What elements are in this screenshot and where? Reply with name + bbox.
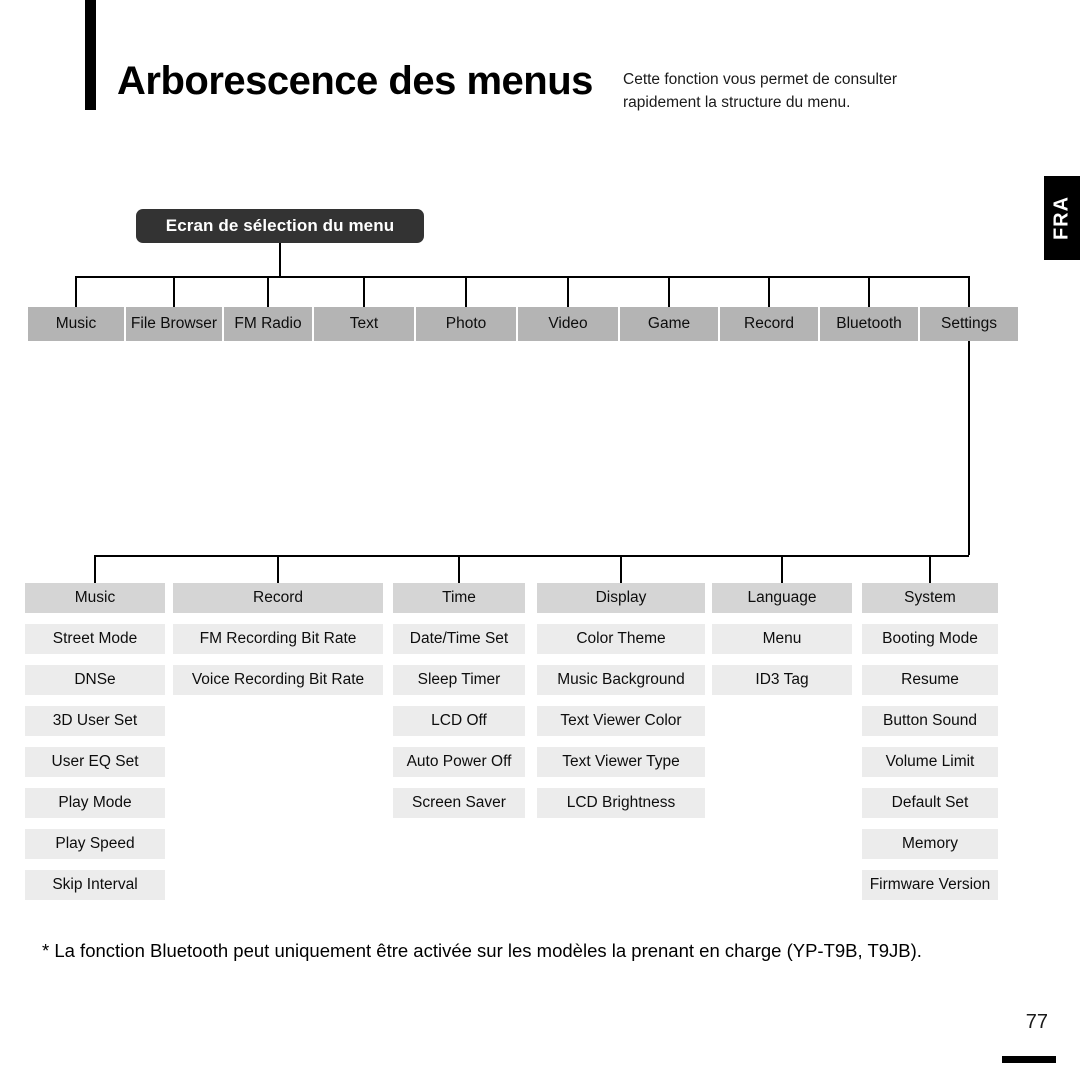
root-stem-line (279, 243, 281, 276)
top-drop-line-8 (868, 276, 870, 307)
top-drop-line-3 (363, 276, 365, 307)
settings-item-cell: Color Theme (537, 624, 705, 654)
settings-drop-line-2 (458, 555, 460, 583)
settings-item-cell: Button Sound (862, 706, 998, 736)
top-menu-node-record: Record (720, 307, 818, 341)
top-menu-node-label: FM Radio (234, 315, 302, 332)
top-menu-node-fm-radio: FM Radio (224, 307, 312, 341)
top-menu-node-label: Photo (445, 315, 487, 332)
settings-trunk-line (968, 341, 970, 555)
settings-drop-line-3 (620, 555, 622, 583)
settings-item-cell: Music Background (537, 665, 705, 695)
settings-column-language: Language Menu ID3 Tag (712, 583, 852, 706)
language-side-tab: FRA (1044, 176, 1080, 260)
top-menu-node-label: File Browser (130, 315, 218, 332)
settings-item-cell: Date/Time Set (393, 624, 525, 654)
settings-bus-line (95, 555, 969, 557)
page-number: 77 (1025, 1011, 1048, 1033)
top-drop-line-2 (267, 276, 269, 307)
top-bus-line (76, 276, 969, 278)
settings-drop-line-1 (277, 555, 279, 583)
settings-item-cell: Booting Mode (862, 624, 998, 654)
settings-item-cell: LCD Off (393, 706, 525, 736)
settings-item-cell: FM Recording Bit Rate (173, 624, 383, 654)
settings-item-cell: DNSe (25, 665, 165, 695)
settings-column-header: System (862, 583, 998, 613)
top-drop-line-4 (465, 276, 467, 307)
settings-item-cell: Text Viewer Type (537, 747, 705, 777)
settings-item-cell: ID3 Tag (712, 665, 852, 695)
settings-item-cell: Street Mode (25, 624, 165, 654)
top-menu-node-photo: Photo (416, 307, 516, 341)
top-drop-line-1 (173, 276, 175, 307)
settings-item-cell: Screen Saver (393, 788, 525, 818)
top-menu-node-bluetooth: Bluetooth (820, 307, 918, 341)
settings-item-cell: Firmware Version (862, 870, 998, 900)
settings-item-cell: User EQ Set (25, 747, 165, 777)
settings-column-time: Time Date/Time Set Sleep Timer LCD Off Auto … (393, 583, 525, 829)
settings-item-cell: Play Speed (25, 829, 165, 859)
settings-item-cell: Auto Power Off (393, 747, 525, 777)
settings-item-cell: Default Set (862, 788, 998, 818)
top-menu-node-music: Music (28, 307, 124, 341)
settings-item-cell: Play Mode (25, 788, 165, 818)
top-drop-line-6 (668, 276, 670, 307)
top-menu-node-file-browser: File Browser (126, 307, 222, 341)
settings-column-record: Record FM Recording Bit Rate Voice Recordi… (173, 583, 383, 706)
settings-item-cell: Voice Recording Bit Rate (173, 665, 383, 695)
top-menu-node-label: Text (349, 315, 379, 332)
settings-column-system: System Booting Mode Resume Button Sound Volu… (862, 583, 998, 911)
language-side-tab-label: FRA (1050, 195, 1073, 241)
settings-item-cell: Sleep Timer (393, 665, 525, 695)
top-menu-node-text: Text (314, 307, 414, 341)
footer-rule (1002, 1056, 1056, 1063)
top-menu-node-label: Music (55, 315, 97, 332)
settings-column-header: Display (537, 583, 705, 613)
root-node-menu-selection-screen: Ecran de sélection du menu (136, 209, 424, 243)
settings-column-header: Record (173, 583, 383, 613)
settings-drop-line-4 (781, 555, 783, 583)
settings-item-cell: 3D User Set (25, 706, 165, 736)
settings-drop-line-5 (929, 555, 931, 583)
page-title: Arborescence des menus (117, 59, 593, 103)
settings-item-cell: Menu (712, 624, 852, 654)
top-menu-node-label: Record (744, 315, 794, 332)
top-drop-line-9 (968, 276, 970, 307)
top-menu-node-settings: Settings (920, 307, 1018, 341)
settings-column-display: Display Color Theme Music Background Text V… (537, 583, 705, 829)
top-drop-line-0 (75, 276, 77, 307)
top-menu-node-game: Game (620, 307, 718, 341)
settings-item-cell: Skip Interval (25, 870, 165, 900)
top-drop-line-7 (768, 276, 770, 307)
top-menu-node-label: Bluetooth (836, 315, 902, 332)
bluetooth-footnote: * La fonction Bluetooth peut uniquement … (42, 940, 922, 961)
settings-column-header: Music (25, 583, 165, 613)
top-menu-node-label: Game (647, 315, 691, 332)
settings-column-header: Language (712, 583, 852, 613)
settings-column-music: Music Street Mode DNSe 3D User Set User EQ S… (25, 583, 165, 911)
top-menu-node-label: Video (548, 315, 588, 332)
settings-item-cell: Text Viewer Color (537, 706, 705, 736)
top-drop-line-5 (567, 276, 569, 307)
title-accent-bar (85, 0, 96, 110)
settings-item-cell: Volume Limit (862, 747, 998, 777)
top-menu-row: Music File Browser FM Radio Text Photo Video G… (28, 307, 1018, 341)
page-subtitle: Cette fonction vous permet de consulter … (623, 71, 897, 111)
settings-item-cell: Resume (862, 665, 998, 695)
top-menu-node-label: Settings (940, 315, 997, 332)
top-menu-node-video: Video (518, 307, 618, 341)
settings-column-header: Time (393, 583, 525, 613)
settings-drop-line-0 (94, 555, 96, 583)
settings-item-cell: Memory (862, 829, 998, 859)
settings-item-cell: LCD Brightness (537, 788, 705, 818)
